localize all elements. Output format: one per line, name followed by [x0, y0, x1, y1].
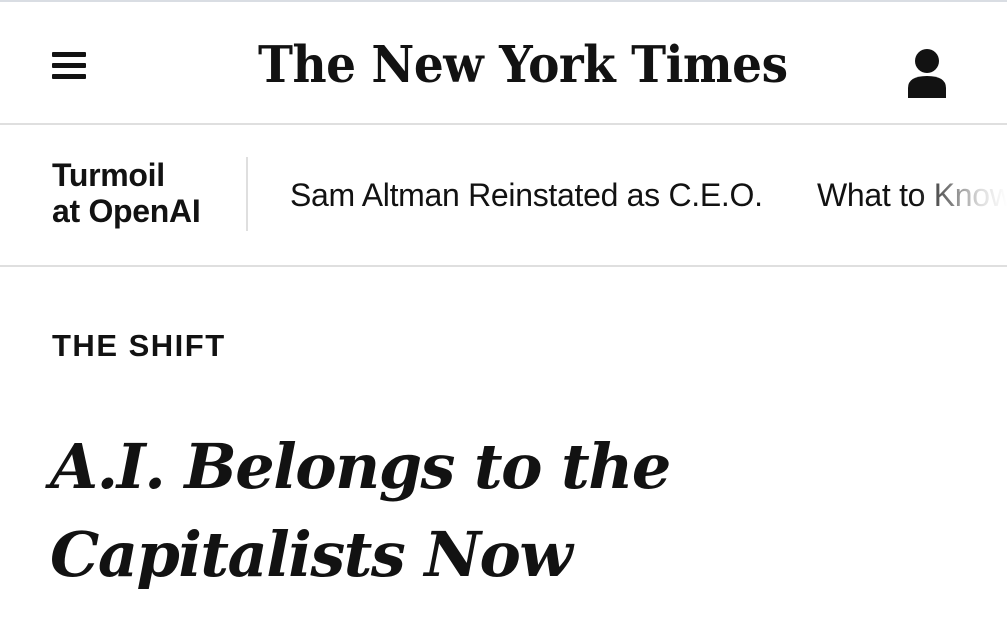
subnav-title-line2: at OpenAI [52, 193, 201, 229]
subnav-link-altman-reinstated[interactable]: Sam Altman Reinstated as C.E.O. [290, 175, 763, 215]
hamburger-menu-icon[interactable] [46, 45, 92, 85]
subnav-title-line1: Turmoil [52, 157, 165, 193]
subnav-section-title[interactable]: Turmoil at OpenAI [52, 157, 242, 229]
menu-line [52, 74, 86, 79]
masthead-header: The New York Times [0, 2, 1007, 125]
subnav-fade-overlay [917, 125, 1007, 265]
story-subnav: Turmoil at OpenAI Sam Altman Reinstated … [0, 125, 1007, 267]
menu-line [52, 63, 86, 68]
nyt-logo[interactable]: The New York Times [258, 23, 788, 109]
article-kicker[interactable]: THE SHIFT [52, 326, 226, 366]
page: The New York Times Turmoil at OpenAI Sam… [0, 0, 1007, 629]
menu-line [52, 52, 86, 57]
subnav-divider [246, 157, 248, 231]
article-headline: A.I. Belongs to the Capitalists Now [50, 430, 671, 591]
user-account-icon[interactable] [902, 46, 952, 102]
user-silhouette-icon [908, 49, 946, 98]
